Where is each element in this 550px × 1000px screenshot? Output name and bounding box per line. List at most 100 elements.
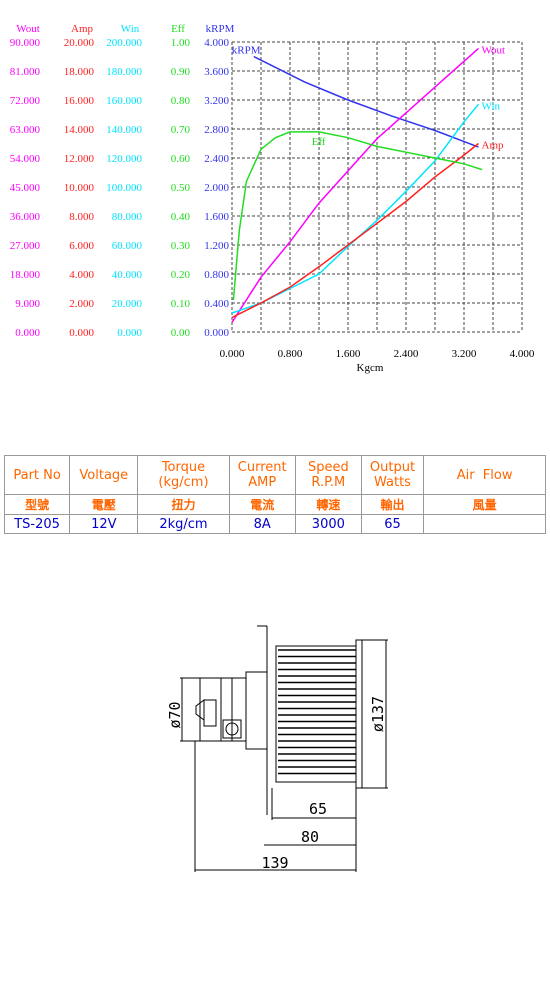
spec-value: TS-205 — [3, 514, 71, 534]
y-tick-krpm: 3.200 — [204, 95, 229, 107]
y-tick-eff: 0.70 — [171, 124, 191, 136]
inner-diameter-label: ø70 — [166, 701, 184, 728]
y-tick-win: 20.000 — [112, 298, 143, 310]
body-length-label: 80 — [301, 828, 319, 846]
y-tick-eff: 0.80 — [171, 95, 191, 107]
y-tick-win: 160.000 — [106, 95, 142, 107]
y-tick-wout: 90.000 — [10, 37, 41, 49]
series-label-eff: Eff — [312, 136, 326, 148]
series-label-win: Win — [482, 100, 501, 112]
y-tick-krpm: 4.000 — [204, 37, 229, 49]
header-line1: Voltage — [79, 467, 129, 483]
series-label-krpm: kRPM — [232, 45, 261, 57]
spec-value: 3000 — [294, 514, 362, 534]
y-tick-wout: 63.000 — [10, 124, 41, 136]
spec-value: 12V — [69, 514, 139, 534]
performance-chart: Wout 0.000 9.000 18.000 27.000 36.000 45.000 54… — [10, 23, 535, 374]
y-tick-eff: 0.10 — [171, 298, 191, 310]
y-tick-amp: 2.000 — [69, 298, 94, 310]
y-tick-wout: 27.000 — [10, 240, 41, 252]
header-line1: Output — [369, 460, 416, 475]
header-line1: Speed — [307, 460, 349, 475]
header-line2: (kg/cm) — [158, 475, 209, 490]
y-tick-krpm: 0.400 — [204, 298, 229, 310]
y-tick-eff: 0.20 — [171, 269, 191, 281]
y-tick-eff: 0.00 — [171, 327, 191, 339]
y-tick-krpm: 1.600 — [204, 211, 229, 223]
spec-table: Part No Voltage Torque (kg/cm) Current AMP Spe… — [3, 455, 546, 534]
x-tick: 0.800 — [278, 348, 303, 360]
x-tick: 2.400 — [394, 348, 419, 360]
spec-value: 8A — [228, 514, 296, 534]
series-label-wout: Wout — [482, 44, 506, 56]
axis-header-win: Win — [121, 23, 140, 35]
spec-value: 65 — [360, 514, 425, 534]
y-tick-wout: 72.000 — [10, 95, 41, 107]
column-header: Torque (kg/cm) — [137, 455, 230, 495]
y-tick-wout: 54.000 — [10, 153, 41, 165]
header-line2: AMP — [248, 475, 277, 490]
y-tick-krpm: 2.400 — [204, 153, 229, 165]
motor-can — [245, 671, 268, 750]
y-tick-amp: 18.000 — [64, 66, 95, 78]
y-tick-krpm: 1.200 — [204, 240, 229, 252]
series-line-amp — [231, 142, 479, 319]
y-tick-amp: 8.000 — [69, 211, 94, 223]
y-tick-win: 80.000 — [112, 211, 143, 223]
motor-dimension-drawing: ø70 ø137 65 80 139 — [166, 625, 388, 872]
total-length-label: 139 — [261, 854, 288, 872]
y-axes: Wout 0.000 9.000 18.000 27.000 36.000 45.000 54… — [10, 23, 235, 339]
column-header: Current AMP — [228, 455, 296, 495]
fan-cage — [275, 645, 357, 783]
spec-value: 2kg/cm — [137, 514, 230, 534]
y-tick-krpm: 0.800 — [204, 269, 229, 281]
y-tick-wout: 45.000 — [10, 182, 41, 194]
chinese-header: 風量 — [423, 494, 546, 515]
axis-header-amp: Amp — [71, 23, 94, 35]
spec-chinese-header-row: 型號 電壓 扭力 電流 轉速 輸出 風量 — [3, 494, 546, 515]
fan-rim — [355, 639, 363, 789]
outer-diameter-label: ø137 — [369, 696, 387, 732]
chinese-header: 輸出 — [360, 494, 425, 515]
axis-header-eff: Eff — [171, 23, 185, 35]
spec-header-row: Part No Voltage Torque (kg/cm) Current AMP Spe… — [3, 455, 546, 495]
y-tick-win: 100.000 — [106, 182, 142, 194]
header-line1: Part No — [13, 467, 61, 483]
chinese-header: 扭力 — [137, 494, 230, 515]
y-tick-amp: 16.000 — [64, 95, 95, 107]
y-tick-amp: 4.000 — [69, 269, 94, 281]
header-line1: Air Flow — [456, 467, 513, 483]
y-tick-win: 180.000 — [106, 66, 142, 78]
x-axis: 0.000 0.800 1.600 2.400 3.200 4.000 — [220, 348, 535, 360]
spec-value — [423, 514, 546, 534]
y-tick-amp: 6.000 — [69, 240, 94, 252]
series-line-wout — [231, 47, 479, 323]
y-tick-krpm: 0.000 — [204, 327, 229, 339]
y-tick-eff: 0.50 — [171, 182, 191, 194]
y-tick-win: 120.000 — [106, 153, 142, 165]
y-tick-win: 40.000 — [112, 269, 143, 281]
column-header: Voltage — [69, 455, 139, 495]
y-tick-wout: 36.000 — [10, 211, 41, 223]
y-tick-win: 60.000 — [112, 240, 143, 252]
y-tick-amp: 12.000 — [64, 153, 95, 165]
chart-grid — [231, 41, 523, 333]
series-line-win — [231, 103, 480, 314]
axis-header-krpm: kRPM — [206, 23, 235, 35]
y-tick-eff: 0.40 — [171, 211, 191, 223]
chinese-header: 型號 — [3, 494, 71, 515]
header-line2: R.P.M — [311, 475, 346, 490]
y-tick-wout: 9.000 — [15, 298, 40, 310]
y-tick-wout: 18.000 — [10, 269, 41, 281]
y-tick-eff: 0.90 — [171, 66, 191, 78]
y-tick-krpm: 2.000 — [204, 182, 229, 194]
y-tick-eff: 0.30 — [171, 240, 191, 252]
y-tick-win: 0.000 — [117, 327, 142, 339]
y-tick-wout: 0.000 — [15, 327, 40, 339]
spec-value-row: TS-205 12V 2kg/cm 8A 3000 65 — [3, 514, 546, 534]
y-tick-krpm: 3.600 — [204, 66, 229, 78]
y-tick-wout: 81.000 — [10, 66, 41, 78]
y-tick-win: 200.000 — [106, 37, 142, 49]
x-axis-label: Kgcm — [357, 362, 384, 374]
chinese-header: 電壓 — [69, 494, 139, 515]
